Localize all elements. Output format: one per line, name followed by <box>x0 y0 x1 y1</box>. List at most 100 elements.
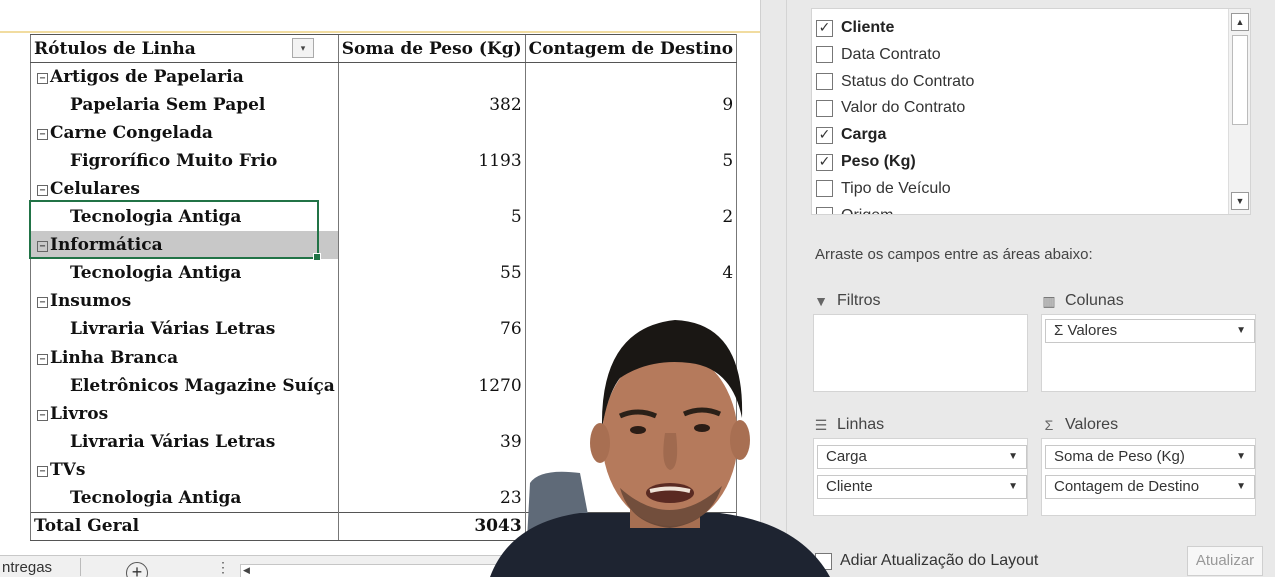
values-drop-zone[interactable]: Soma de Peso (Kg) ▼ Contagem de Destino ▼ <box>1041 438 1256 516</box>
weight-cell[interactable] <box>337 231 526 260</box>
field-label: Peso (Kg) <box>841 153 916 170</box>
columns-icon: ▥ <box>1042 292 1056 309</box>
columns-label: Colunas <box>1065 292 1124 309</box>
item-label-cell[interactable]: Eletrônicos Magazine Suíça <box>30 371 339 400</box>
checkbox-checked[interactable]: ✓ <box>816 126 833 144</box>
pivot-item-row[interactable]: Tecnologia Antiga 5 2 <box>30 203 738 232</box>
checkbox-unchecked[interactable] <box>816 180 833 198</box>
columns-field-valores[interactable]: Σ Valores ▼ <box>1045 319 1255 343</box>
group-label-cell[interactable]: − Informática <box>30 231 339 260</box>
weight-cell[interactable]: 55 <box>337 259 526 288</box>
values-field-contagem-destino[interactable]: Contagem de Destino ▼ <box>1045 475 1255 499</box>
field-item[interactable]: Status do Contrato <box>816 71 974 93</box>
count-cell[interactable] <box>524 231 738 260</box>
group-label-cell[interactable]: − Artigos de Papelaria <box>30 62 339 91</box>
scroll-up-icon[interactable]: ▲ <box>1231 13 1249 31</box>
item-label-cell[interactable]: Tecnologia Antiga <box>30 203 339 232</box>
checkbox-unchecked[interactable] <box>816 73 833 91</box>
field-item[interactable]: Tipo de Veículo <box>816 178 951 200</box>
collapse-icon[interactable]: − <box>37 128 48 140</box>
row-labels-filter-dropdown[interactable]: ▾ <box>292 38 314 58</box>
checkbox-unchecked[interactable] <box>816 207 833 214</box>
chevron-down-icon[interactable]: ▼ <box>1236 320 1246 342</box>
field-item[interactable]: Valor do Contrato <box>816 97 965 119</box>
item-label-cell[interactable]: Livraria Várias Letras <box>30 315 339 344</box>
group-label-cell[interactable]: − Livros <box>30 399 339 428</box>
weight-cell[interactable] <box>337 174 526 204</box>
item-label-cell[interactable]: Figrorífico Muito Frio <box>30 146 339 175</box>
columns-area: ▥ Colunas Σ Valores ▼ <box>1041 288 1256 392</box>
row-label: Tecnologia Antiga <box>70 487 242 508</box>
collapse-icon[interactable]: − <box>37 185 48 197</box>
chevron-down-icon[interactable]: ▼ <box>1236 476 1246 498</box>
pivot-item-row[interactable]: Tecnologia Antiga 55 4 <box>30 259 738 288</box>
collapse-icon[interactable]: − <box>37 297 48 309</box>
columns-drop-zone[interactable]: Σ Valores ▼ <box>1041 314 1256 392</box>
add-sheet-icon[interactable]: + <box>126 562 148 577</box>
values-field-soma-peso[interactable]: Soma de Peso (Kg) ▼ <box>1045 445 1255 469</box>
pivot-item-row[interactable]: Figrorífico Muito Frio 1193 5 <box>30 146 738 175</box>
group-label-cell[interactable]: − Carne Congelada <box>30 118 339 147</box>
scroll-down-icon[interactable]: ▼ <box>1231 192 1249 210</box>
weight-cell[interactable]: 1193 <box>337 146 526 175</box>
update-button[interactable]: Atualizar <box>1187 546 1263 576</box>
collapse-icon[interactable]: − <box>37 72 48 84</box>
item-label-cell[interactable]: Tecnologia Antiga <box>30 259 339 288</box>
field-label: Origem <box>841 207 893 214</box>
pivot-item-row[interactable]: Papelaria Sem Papel 382 9 <box>30 90 738 119</box>
field-list-scrollbar[interactable]: ▲ ▼ <box>1228 9 1250 214</box>
collapse-icon[interactable]: − <box>37 241 48 253</box>
scroll-thumb[interactable] <box>1232 35 1248 125</box>
weight-cell[interactable]: 5 <box>337 203 526 232</box>
group-label-cell[interactable]: − TVs <box>30 455 339 484</box>
checkbox-checked[interactable]: ✓ <box>816 19 833 37</box>
count-cell[interactable]: 2 <box>524 203 738 232</box>
weight-cell[interactable]: 382 <box>337 90 526 119</box>
header-count-destination[interactable]: Contagem de Destino <box>524 33 738 64</box>
total-label[interactable]: Total Geral <box>30 511 339 541</box>
checkbox-unchecked[interactable] <box>816 46 833 64</box>
count-cell[interactable]: 9 <box>524 90 738 119</box>
row-label: Eletrônicos Magazine Suíça <box>70 375 335 396</box>
item-label-cell[interactable]: Livraria Várias Letras <box>30 427 339 456</box>
checkbox-unchecked[interactable] <box>816 99 833 117</box>
field-item[interactable]: Origem <box>816 205 893 214</box>
collapse-icon[interactable]: − <box>37 353 48 365</box>
header-divider <box>0 31 760 33</box>
chevron-down-icon[interactable]: ▼ <box>1236 446 1246 468</box>
field-item[interactable]: ✓ Peso (Kg) <box>816 151 916 173</box>
scroll-left-icon[interactable]: ◀ <box>243 565 250 576</box>
pivot-group-row[interactable]: − Carne Congelada <box>30 118 738 147</box>
row-label: Celulares <box>50 179 140 200</box>
more-options-icon[interactable]: ⋮ <box>216 559 230 576</box>
pivot-group-row[interactable]: − Informática <box>30 231 738 260</box>
collapse-icon[interactable]: − <box>37 409 48 421</box>
pivot-group-row[interactable]: − Artigos de Papelaria <box>30 62 738 91</box>
field-item[interactable]: Data Contrato <box>816 44 941 66</box>
row-label: Carne Congelada <box>50 122 213 143</box>
count-cell[interactable] <box>524 118 738 147</box>
pivot-group-row[interactable]: − Celulares <box>30 174 738 204</box>
weight-cell[interactable] <box>337 62 526 91</box>
count-cell[interactable]: 5 <box>524 146 738 175</box>
count-cell[interactable] <box>524 174 738 204</box>
item-label-cell[interactable]: Papelaria Sem Papel <box>30 90 339 119</box>
checkbox-checked[interactable]: ✓ <box>816 153 833 171</box>
collapse-icon[interactable]: − <box>37 465 48 477</box>
chevron-down-icon[interactable]: ▼ <box>1008 446 1018 468</box>
field-label: Data Contrato <box>841 45 941 63</box>
group-label-cell[interactable]: − Insumos <box>30 287 339 316</box>
item-label-cell[interactable]: Tecnologia Antiga <box>30 484 339 513</box>
weight-cell[interactable] <box>337 118 526 147</box>
chevron-down-icon[interactable]: ▼ <box>1008 476 1018 498</box>
field-item[interactable]: ✓ Cliente <box>816 17 894 39</box>
header-sum-weight[interactable]: Soma de Peso (Kg) <box>337 33 526 64</box>
group-label-cell[interactable]: − Linha Branca <box>30 343 339 372</box>
group-label-cell[interactable]: − Celulares <box>30 174 339 204</box>
field-item[interactable]: ✓ Carga <box>816 124 886 146</box>
count-cell[interactable] <box>524 62 738 91</box>
count-cell[interactable]: 4 <box>524 259 738 288</box>
sheet-tab-entregas[interactable]: ntregas <box>0 559 52 576</box>
row-label: Tecnologia Antiga <box>70 207 242 228</box>
field-label: Tipo de Veículo <box>841 179 951 197</box>
